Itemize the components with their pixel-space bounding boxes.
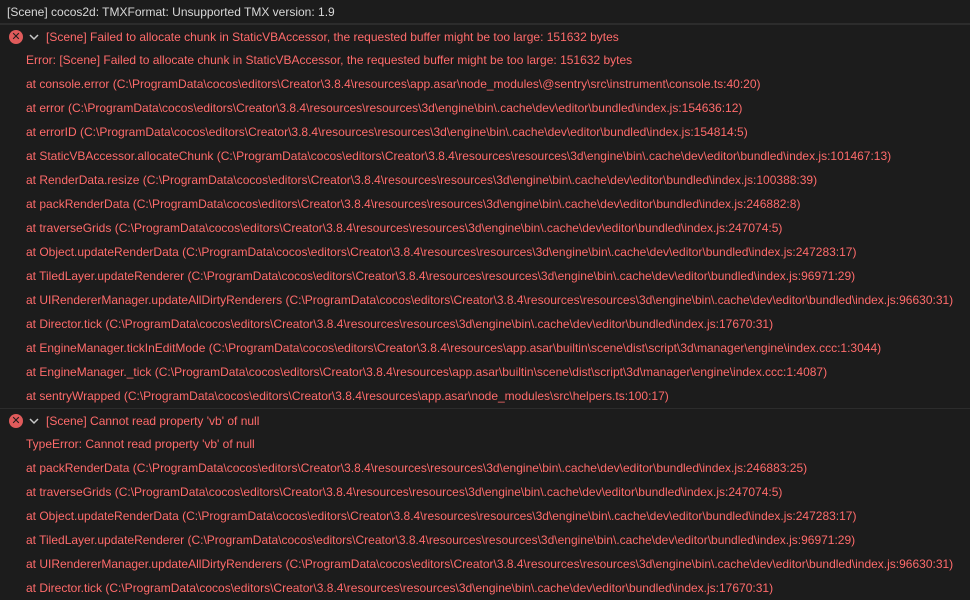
error-entry-header[interactable]: ✕ [Scene] Failed to allocate chunk in St… <box>0 24 970 48</box>
stack-trace-line: at traverseGrids (C:\ProgramData\cocos\e… <box>26 485 783 499</box>
stack-trace-line: at errorID (C:\ProgramData\cocos\editors… <box>26 125 748 139</box>
chevron-down-icon[interactable] <box>28 31 40 43</box>
stack-trace-line: at sentryWrapped (C:\ProgramData\cocos\e… <box>26 389 669 403</box>
error-icon: ✕ <box>9 29 23 44</box>
error-icon: ✕ <box>9 413 23 428</box>
stack-trace-line: at UIRendererManager.updateAllDirtyRende… <box>26 557 954 571</box>
chevron-down-icon[interactable] <box>28 415 40 427</box>
error-entry-header[interactable]: ✕ [Scene] Cannot read property 'vb' of n… <box>0 408 970 432</box>
error-title: [Scene] Failed to allocate chunk in Stat… <box>46 29 619 44</box>
console-panel: [Scene] cocos2d: TMXFormat: Unsupported … <box>0 0 970 600</box>
error-group-1: ✕ [Scene] Failed to allocate chunk in St… <box>0 24 970 408</box>
stack-trace-line: TypeError: Cannot read property 'vb' of … <box>26 437 255 451</box>
stack-trace-line: at EngineManager._tick (C:\ProgramData\c… <box>26 365 828 379</box>
stack-trace-line: at UIRendererManager.updateAllDirtyRende… <box>26 293 954 307</box>
stack-trace-line: at error (C:\ProgramData\cocos\editors\C… <box>26 101 743 115</box>
stack-trace-line: at Director.tick (C:\ProgramData\cocos\e… <box>26 581 774 595</box>
stack-trace-line: at Director.tick (C:\ProgramData\cocos\e… <box>26 317 774 331</box>
stack-trace-line: at RenderData.resize (C:\ProgramData\coc… <box>26 173 818 187</box>
stack-trace-line: at packRenderData (C:\ProgramData\cocos\… <box>26 461 808 475</box>
stack-trace-line: at console.error (C:\ProgramData\cocos\e… <box>26 77 761 91</box>
stack-trace-line: at EngineManager.tickInEditMode (C:\Prog… <box>26 341 882 355</box>
stack-trace-line: at Object.updateRenderData (C:\ProgramDa… <box>26 245 857 259</box>
stack-trace-line: at TiledLayer.updateRenderer (C:\Program… <box>26 533 856 547</box>
log-entry[interactable]: [Scene] cocos2d: TMXFormat: Unsupported … <box>0 0 970 24</box>
stack-trace-line: at traverseGrids (C:\ProgramData\cocos\e… <box>26 221 783 235</box>
stack-trace-line: at packRenderData (C:\ProgramData\cocos\… <box>26 197 801 211</box>
stack-trace-line: at TiledLayer.updateRenderer (C:\Program… <box>26 269 856 283</box>
stack-trace-line: Error: [Scene] Failed to allocate chunk … <box>26 53 633 67</box>
log-message: [Scene] cocos2d: TMXFormat: Unsupported … <box>7 5 335 19</box>
stack-trace-line: at StaticVBAccessor.allocateChunk (C:\Pr… <box>26 149 892 163</box>
error-title: [Scene] Cannot read property 'vb' of nul… <box>46 413 260 428</box>
stack-trace-line: at Object.updateRenderData (C:\ProgramDa… <box>26 509 857 523</box>
error-group-2: ✕ [Scene] Cannot read property 'vb' of n… <box>0 408 970 600</box>
